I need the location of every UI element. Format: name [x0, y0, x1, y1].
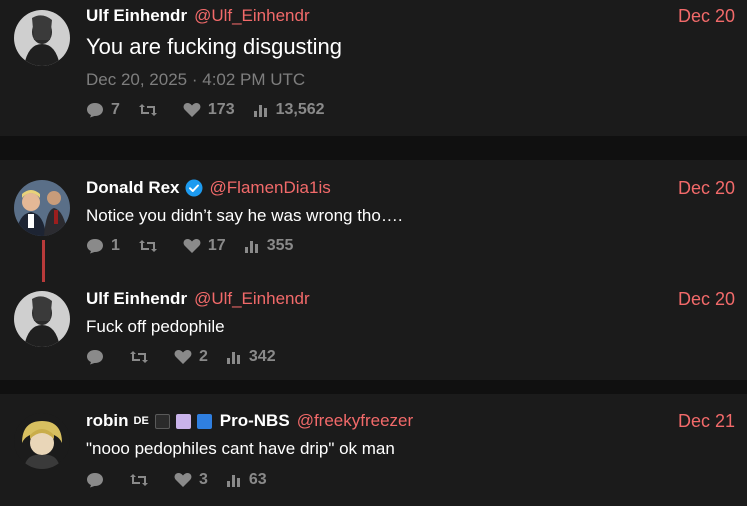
reply-button[interactable]	[86, 472, 111, 488]
retweet-icon	[138, 240, 157, 252]
avatar-ulf[interactable]	[14, 291, 70, 347]
author-name[interactable]: robin	[86, 411, 129, 431]
like-count: 2	[199, 348, 208, 365]
avatar-ulf[interactable]	[14, 10, 70, 66]
tweet-header: Donald Rex @FlamenDia1is	[86, 178, 331, 198]
author-name[interactable]: Ulf Einhendr	[86, 6, 187, 26]
author-name-suffix: Pro-NBS	[219, 411, 290, 430]
view-count: 13,562	[275, 101, 325, 118]
tweet-actions: 3 63	[86, 471, 285, 489]
retweet-icon	[130, 474, 148, 486]
tweet-actions: 2 342	[86, 348, 294, 366]
reply-count: 1	[111, 237, 120, 254]
tweet-header: robin DE Pro-NBS @freekyfreezer	[86, 411, 413, 431]
verified-badge-icon	[185, 179, 203, 197]
views-button[interactable]: 342	[226, 348, 276, 366]
speech-bubble-icon	[87, 473, 103, 488]
bar-chart-icon	[244, 241, 258, 253]
flag-de: DE	[133, 415, 149, 427]
reply-button[interactable]: 1	[86, 237, 120, 255]
author-name[interactable]: Donald Rex	[86, 178, 180, 198]
tweet-date[interactable]: Dec 20	[678, 178, 735, 199]
tweet-actions: 7 173 13,562	[86, 101, 343, 119]
retweet-icon	[130, 351, 148, 363]
heart-icon	[174, 350, 192, 364]
speech-bubble-icon	[87, 239, 103, 254]
view-count: 355	[266, 237, 294, 254]
tweet-text: You are fucking disgusting	[86, 34, 343, 59]
views-button[interactable]: 355	[244, 237, 294, 255]
author-handle[interactable]: @Ulf_Einhendr	[194, 6, 310, 26]
author-handle[interactable]: @freekyfreezer	[297, 411, 413, 431]
tweet-actions: 1 17 355	[86, 237, 311, 255]
retweet-button[interactable]	[129, 472, 156, 488]
speech-bubble-icon	[87, 103, 103, 118]
like-button[interactable]: 173	[183, 101, 235, 119]
tweet-date[interactable]: Dec 20	[678, 289, 735, 310]
bar-chart-icon	[226, 352, 240, 364]
heart-icon	[183, 239, 201, 253]
avatar-donald-rex[interactable]	[14, 180, 70, 236]
like-count: 17	[207, 237, 226, 254]
tweet-date[interactable]: Dec 20	[678, 6, 735, 27]
retweet-button[interactable]	[138, 238, 165, 254]
like-count: 173	[207, 101, 235, 118]
speech-bubble-icon	[87, 350, 103, 365]
heart-icon	[183, 103, 201, 117]
retweet-icon	[138, 104, 157, 116]
black-square-emoji	[154, 413, 170, 429]
like-button[interactable]: 17	[183, 237, 226, 255]
tweet-timestamp[interactable]: Dec 20, 2025 · 4:02 PM UTC	[86, 70, 305, 90]
bar-chart-icon	[253, 105, 267, 117]
like-button[interactable]: 3	[174, 471, 208, 489]
heart-icon	[174, 473, 192, 487]
section-divider	[0, 136, 747, 160]
blue-square-emoji	[196, 413, 212, 429]
views-button[interactable]: 63	[226, 471, 267, 489]
retweet-button[interactable]	[129, 349, 156, 365]
tweet-text: Notice you didn’t say he was wrong tho….	[86, 206, 403, 225]
lilac-square-emoji	[175, 413, 191, 429]
bar-chart-icon	[226, 475, 240, 487]
reply-button[interactable]: 7	[86, 101, 120, 119]
tweet-date[interactable]: Dec 21	[678, 411, 735, 432]
section-divider	[0, 380, 747, 394]
like-count: 3	[199, 471, 208, 488]
tweet-header: Ulf Einhendr @Ulf_Einhendr	[86, 6, 310, 26]
view-count: 342	[248, 348, 276, 365]
retweet-button[interactable]	[138, 102, 165, 118]
view-count: 63	[248, 471, 267, 488]
author-handle[interactable]: @Ulf_Einhendr	[194, 289, 310, 309]
reply-count: 7	[111, 101, 120, 118]
reply-button[interactable]	[86, 349, 111, 365]
tweet-text: Fuck off pedophile	[86, 317, 225, 336]
author-handle[interactable]: @FlamenDia1is	[210, 178, 331, 198]
thread-connector	[42, 240, 45, 282]
like-button[interactable]: 2	[174, 348, 208, 366]
author-name[interactable]: Ulf Einhendr	[86, 289, 187, 309]
tweet-header: Ulf Einhendr @Ulf_Einhendr	[86, 289, 310, 309]
avatar-robin[interactable]	[14, 413, 70, 469]
views-button[interactable]: 13,562	[253, 101, 325, 119]
tweet-text: "nooo pedophiles cant have drip" ok man	[86, 439, 395, 458]
